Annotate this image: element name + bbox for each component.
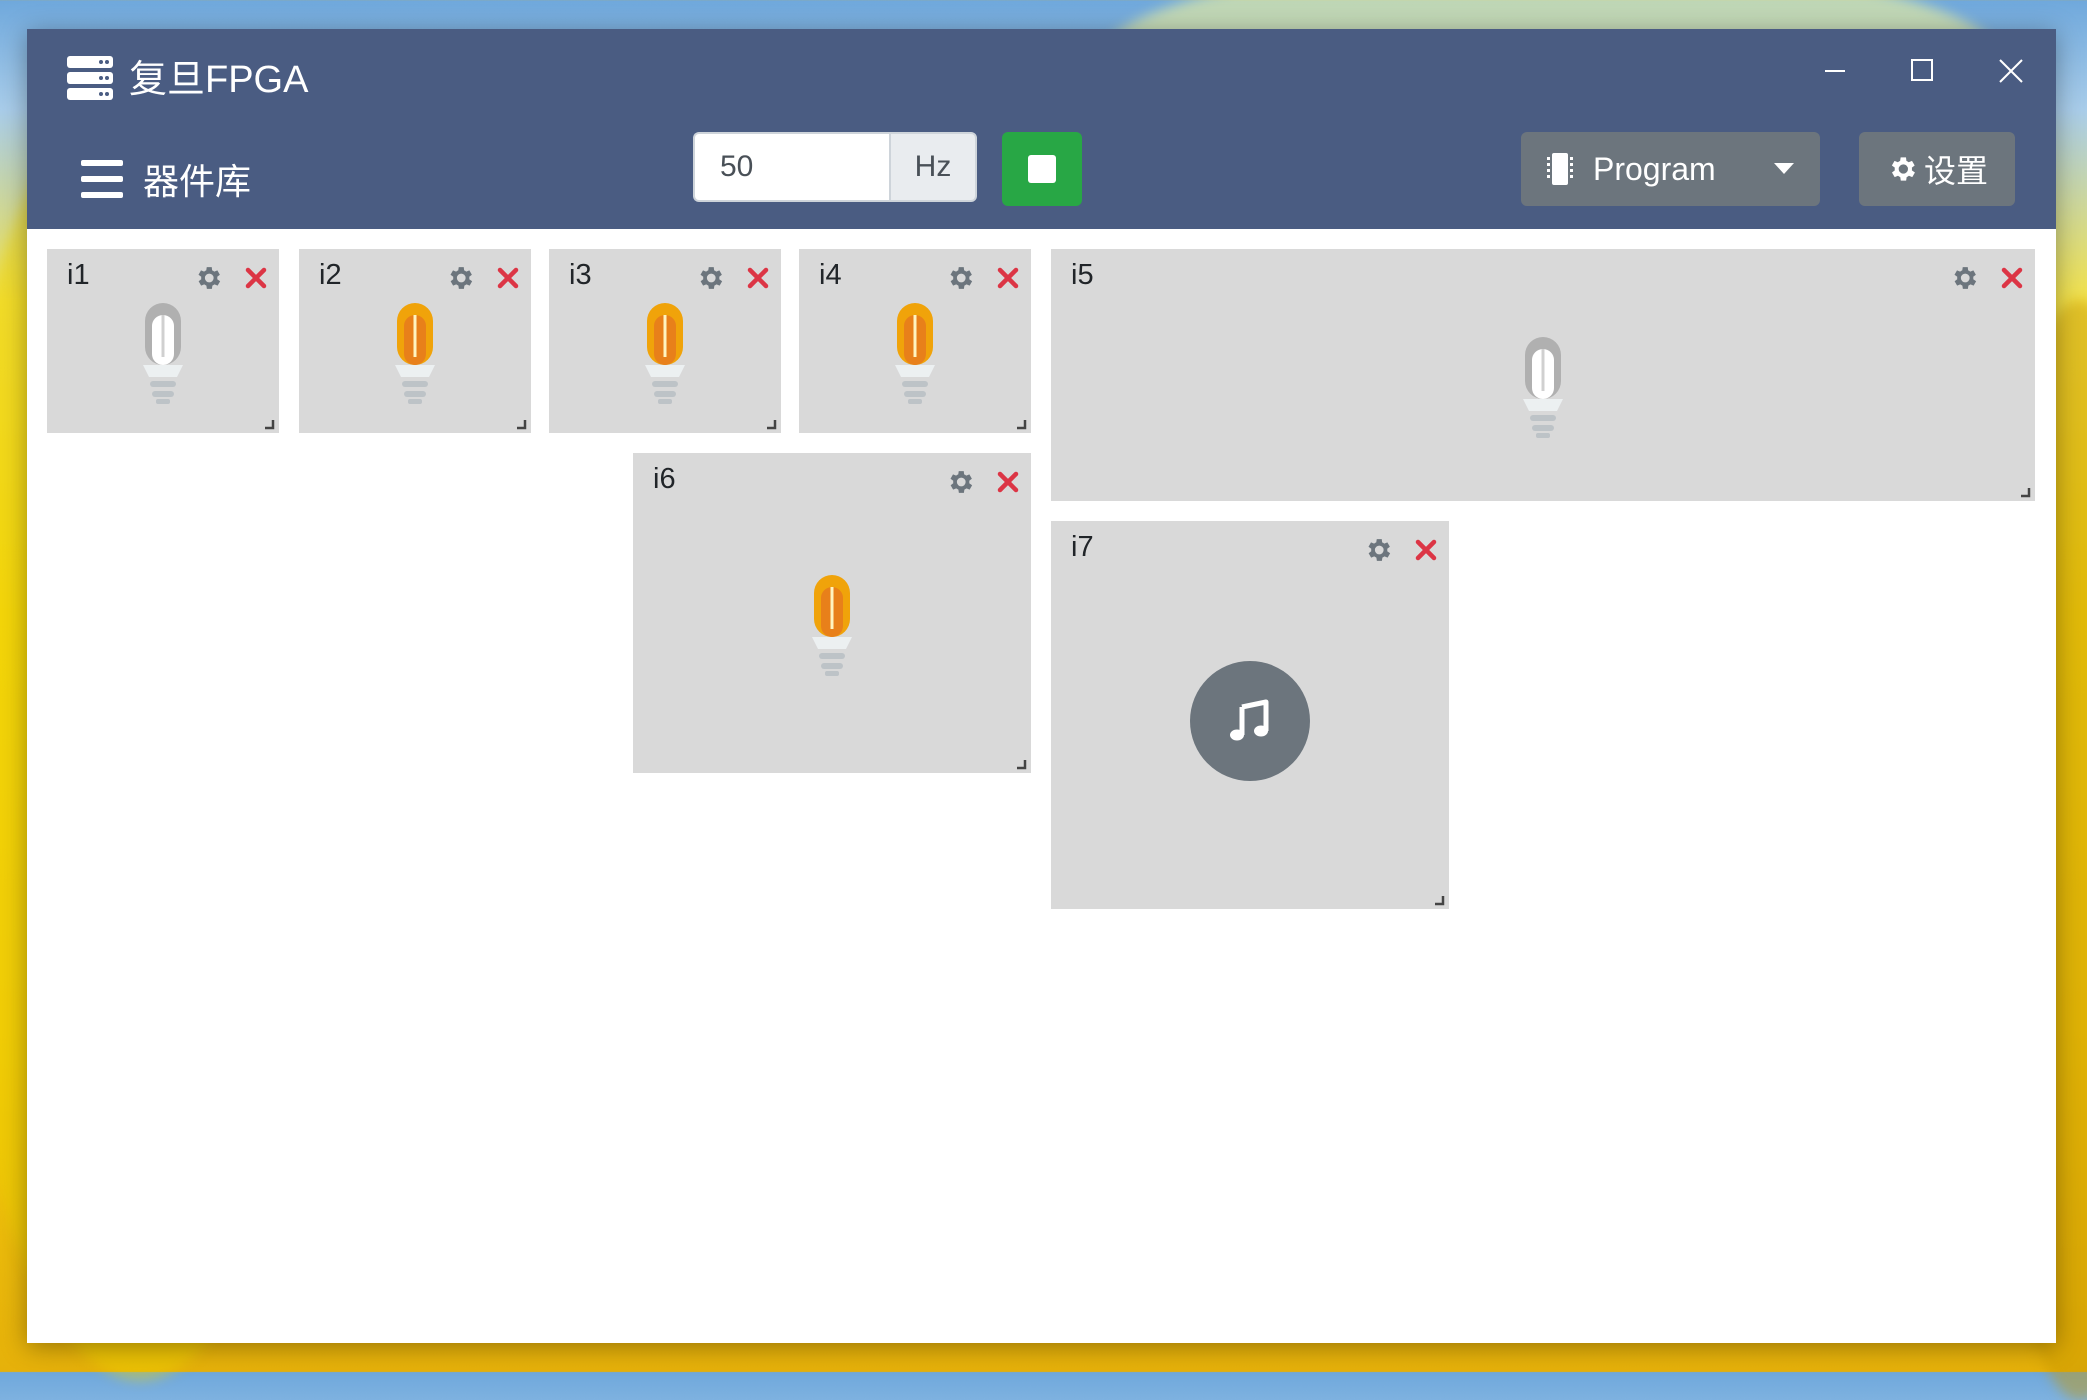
component-card-i4[interactable]: i4	[799, 249, 1031, 433]
minimize-icon	[1825, 70, 1845, 72]
close-window-button[interactable]	[1981, 41, 2041, 101]
component-card-title: i6	[653, 463, 676, 495]
light-bulb-icon	[393, 301, 437, 405]
light-bulb-icon	[643, 301, 687, 405]
close-icon	[1999, 59, 2023, 83]
frequency-input[interactable]	[693, 132, 889, 202]
resize-handle-icon[interactable]	[515, 417, 527, 430]
program-label: Program	[1593, 150, 1716, 187]
component-card-title: i4	[819, 259, 842, 291]
component-card-i3[interactable]: i3	[549, 249, 781, 433]
card-settings-gear-icon[interactable]	[193, 263, 223, 293]
maximize-icon	[1911, 59, 1933, 81]
card-remove-close-icon[interactable]	[743, 263, 773, 293]
titlebar: 复旦FPGA 器件库 50 Hz Program 设置	[27, 29, 2056, 229]
hamburger-icon	[81, 160, 123, 198]
program-dropdown[interactable]: Program	[1521, 132, 1820, 206]
component-card-i5[interactable]: i5	[1051, 249, 2035, 501]
component-card-i7[interactable]: i7	[1051, 521, 1449, 909]
card-settings-gear-icon[interactable]	[945, 263, 975, 293]
settings-button[interactable]: 设置	[1859, 132, 2015, 206]
component-card-title: i1	[67, 259, 90, 291]
card-settings-gear-icon[interactable]	[945, 467, 975, 497]
light-bulb-icon	[810, 573, 854, 677]
component-card-title: i2	[319, 259, 342, 291]
frequency-unit-label: Hz	[889, 132, 977, 202]
chevron-down-icon	[1774, 163, 1794, 174]
component-card-title: i3	[569, 259, 592, 291]
card-remove-close-icon[interactable]	[1997, 263, 2027, 293]
server-stack-icon	[67, 56, 113, 100]
card-remove-close-icon[interactable]	[993, 263, 1023, 293]
card-settings-gear-icon[interactable]	[1949, 263, 1979, 293]
resize-handle-icon[interactable]	[263, 417, 275, 430]
light-bulb-icon	[893, 301, 937, 405]
chip-icon	[1547, 153, 1573, 185]
card-remove-close-icon[interactable]	[241, 263, 271, 293]
component-card-i6[interactable]: i6	[633, 453, 1031, 773]
component-library-button[interactable]: 器件库	[81, 149, 251, 209]
workspace: i1 i2 i3 i4 i5 i6 i7	[27, 229, 2056, 1343]
resize-handle-icon[interactable]	[1015, 757, 1027, 770]
card-settings-gear-icon[interactable]	[445, 263, 475, 293]
resize-handle-icon[interactable]	[1433, 893, 1445, 906]
card-settings-gear-icon[interactable]	[1363, 535, 1393, 565]
app-window: 复旦FPGA 器件库 50 Hz Program 设置 i1 i2 i3 i4 …	[27, 29, 2056, 1343]
resize-handle-icon[interactable]	[765, 417, 777, 430]
resize-handle-icon[interactable]	[1015, 417, 1027, 430]
frequency-group: Hz	[693, 132, 977, 206]
music-note-icon	[1190, 661, 1310, 781]
stop-icon	[1028, 155, 1056, 183]
settings-label: 设置	[1923, 153, 1988, 189]
card-remove-close-icon[interactable]	[1411, 535, 1441, 565]
minimize-button[interactable]	[1805, 41, 1865, 101]
resize-handle-icon[interactable]	[2019, 485, 2031, 498]
card-settings-gear-icon[interactable]	[695, 263, 725, 293]
component-card-i2[interactable]: i2	[299, 249, 531, 433]
light-bulb-icon	[141, 301, 185, 405]
light-bulb-icon	[1521, 335, 1565, 439]
card-remove-close-icon[interactable]	[993, 467, 1023, 497]
maximize-button[interactable]	[1893, 41, 1953, 101]
component-card-title: i7	[1071, 531, 1094, 563]
component-library-label: 器件库	[143, 161, 252, 202]
app-title: 复旦FPGA	[129, 59, 309, 101]
component-card-i1[interactable]: i1	[47, 249, 279, 433]
component-card-title: i5	[1071, 259, 1094, 291]
gear-icon	[1891, 157, 1915, 181]
stop-button[interactable]	[1002, 132, 1082, 206]
card-remove-close-icon[interactable]	[493, 263, 523, 293]
